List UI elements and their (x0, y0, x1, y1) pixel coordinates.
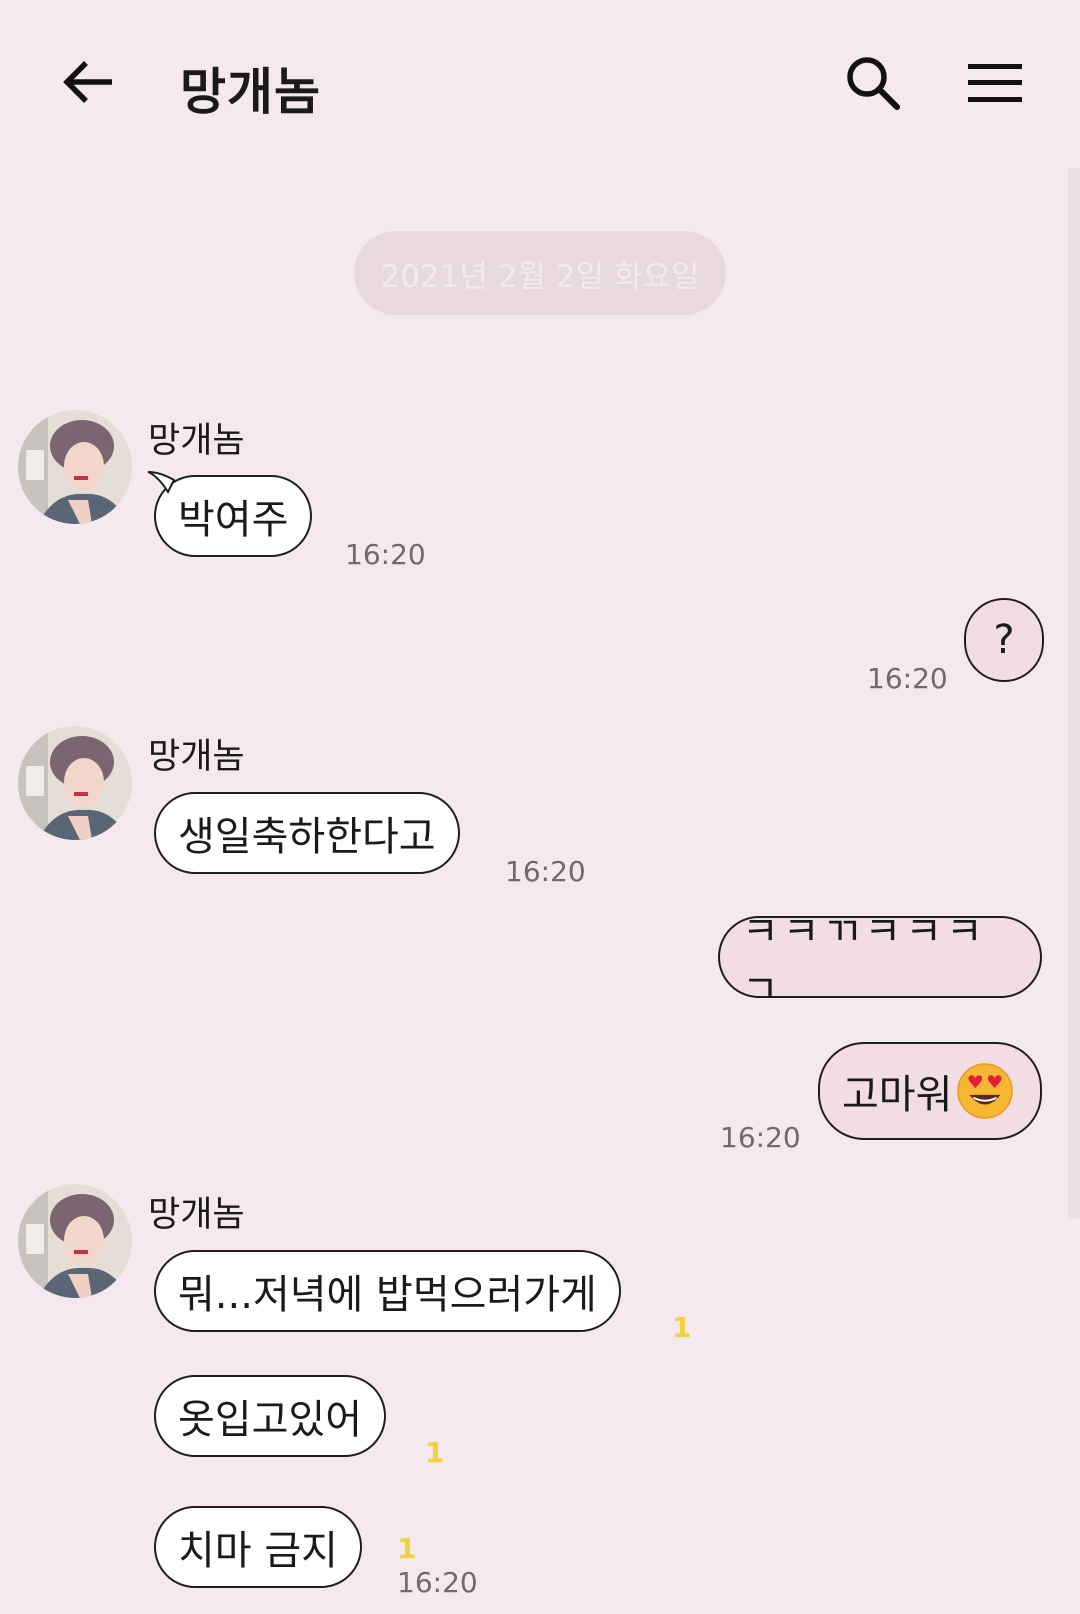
avatar[interactable] (18, 726, 132, 840)
message-bubble-incoming[interactable]: 뭐...저녁에 밥먹으러가게 (154, 1250, 621, 1332)
message-text: ? (993, 617, 1015, 663)
avatar[interactable] (18, 1184, 132, 1298)
date-divider: 2021년 2월 2일 화요일 (354, 231, 726, 315)
chat-header: 망개놈 (0, 0, 1080, 170)
message-bubble-outgoing[interactable]: ? (964, 598, 1044, 682)
heart-eyes-emoji-icon (957, 1063, 1014, 1119)
message-bubble-incoming[interactable]: 생일축하한다고 (154, 792, 460, 874)
message-text: 박여주 (178, 497, 289, 543)
message-time: 16:20 (720, 1121, 801, 1154)
message-text: 치마 금지 (178, 1528, 338, 1574)
chat-title: 망개놈 (180, 63, 321, 121)
hamburger-menu-icon[interactable] (960, 50, 1030, 116)
message-text: 옷입고있어 (178, 1397, 362, 1443)
unread-count: 1 (397, 1532, 417, 1565)
message-text: ㅋㅋㄲㅋㅋㅋㄱ (742, 909, 987, 1013)
message-text: 고마워 (842, 1072, 953, 1118)
avatar[interactable] (18, 410, 132, 524)
unread-count: 1 (672, 1311, 692, 1344)
message-time: 16:20 (345, 538, 426, 571)
sender-name: 망개놈 (148, 737, 245, 777)
message-bubble-outgoing[interactable]: 고마워 (818, 1042, 1042, 1140)
message-bubble-incoming[interactable]: 박여주 (154, 475, 313, 557)
message-time: 16:20 (867, 662, 948, 695)
sender-name: 망개놈 (148, 421, 245, 461)
message-time: 16:20 (397, 1566, 478, 1599)
message-bubble-incoming[interactable]: 옷입고있어 (154, 1375, 386, 1457)
sender-name: 망개놈 (148, 1195, 245, 1235)
unread-count: 1 (425, 1436, 445, 1469)
message-text: 생일축하한다고 (178, 814, 436, 860)
back-arrow-icon[interactable] (56, 50, 120, 114)
search-icon[interactable] (840, 50, 906, 116)
bubble-tail (147, 471, 176, 495)
message-bubble-incoming[interactable]: 치마 금지 (154, 1506, 362, 1588)
scrollbar[interactable] (1068, 168, 1080, 1218)
message-text: 뭐...저녁에 밥먹으러가게 (178, 1272, 597, 1318)
message-bubble-outgoing[interactable]: ㅋㅋㄲㅋㅋㅋㄱ (718, 909, 1042, 1013)
message-time: 16:20 (505, 855, 586, 888)
